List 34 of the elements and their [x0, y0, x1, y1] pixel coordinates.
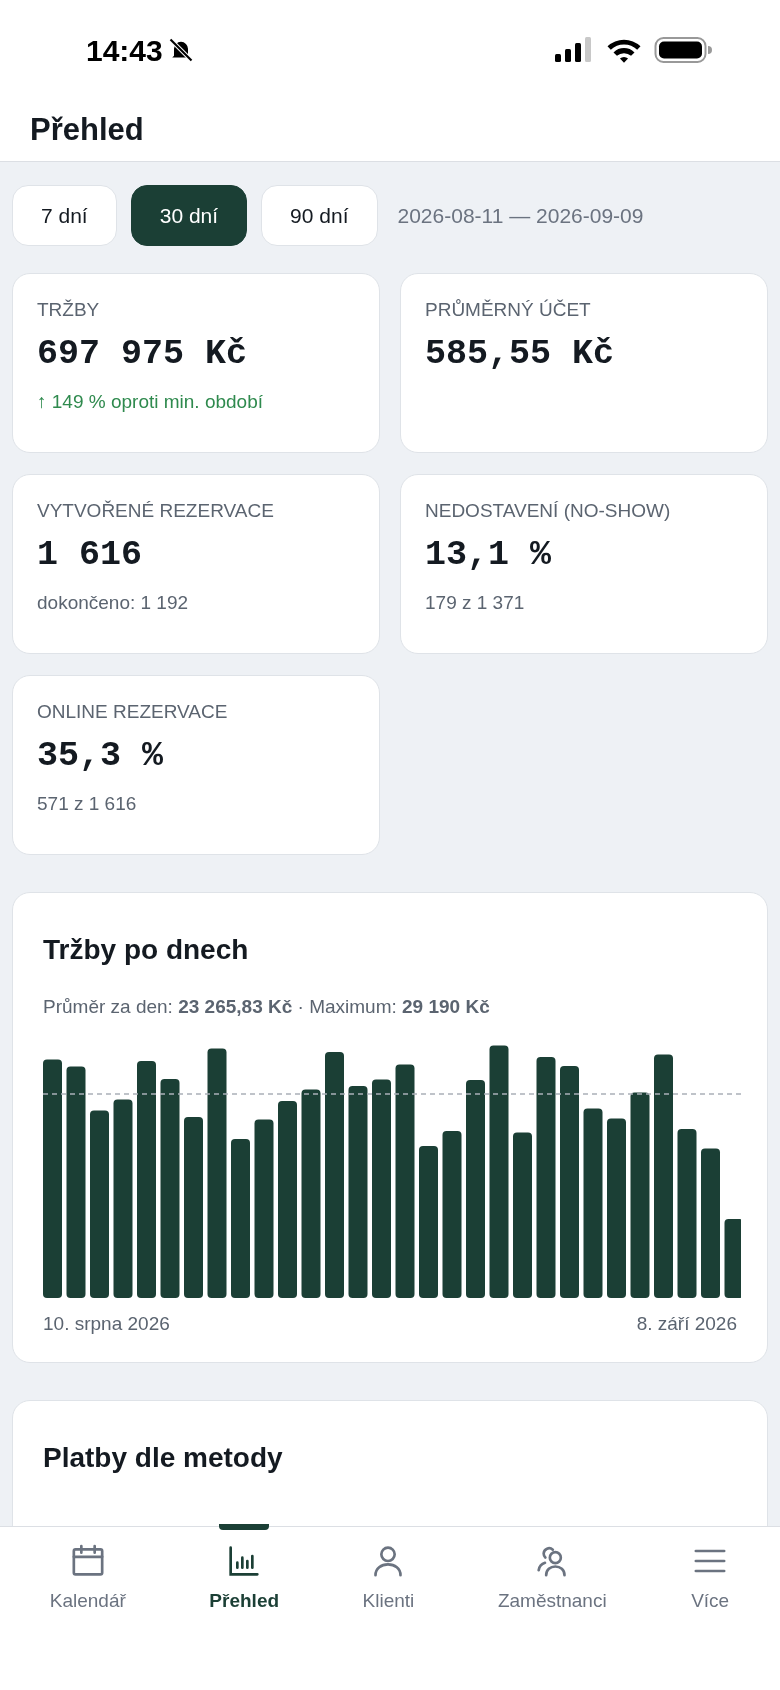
trend-text: ↑ 149 % oproti min. období [37, 390, 265, 414]
status-time: 14:43 [86, 32, 163, 69]
chart-summary: Průměr za den: 23 265,83 Kč · Maximum: 29 190 Kč [43, 995, 491, 1019]
metric-label: VYTVOŘENÉ REZERVACE [37, 499, 275, 523]
chart-title: Tržby po dnech [43, 933, 250, 967]
period-tab[interactable]: 90 dní [261, 185, 378, 246]
muted-bell-icon [166, 36, 195, 64]
date-range: 2026-08-11 — 2026-09-09 [397, 202, 644, 229]
page-title: Přehled [30, 111, 144, 150]
axis-end-label: 8. září 2026 [636, 1311, 737, 1336]
metric-label: TRŽBY [37, 298, 101, 322]
active-indicator [219, 1524, 270, 1530]
payments-title: Platby dle metody [43, 1441, 284, 1475]
metric-value: 697 975 Kč [37, 334, 249, 374]
metric-value: 1 616 [37, 535, 144, 575]
metric-value: 13,1 % [425, 535, 553, 575]
metric-note: 571 z 1 616 [37, 792, 138, 816]
signal-icon [554, 37, 594, 63]
metric-note: 179 z 1 371 [425, 591, 526, 615]
nav-tab[interactable]: Klienti [354, 1527, 423, 1616]
period-tab[interactable]: 30 dní [130, 185, 248, 246]
battery-icon [654, 36, 712, 64]
metric-label: NEDOSTAVENÍ (NO-SHOW) [425, 499, 672, 523]
nav-tab[interactable]: Přehled [201, 1527, 288, 1616]
metric-value: 585,55 Kč [425, 334, 616, 374]
nav-tab[interactable]: Zaměstnanci [489, 1527, 615, 1616]
nav-tab[interactable]: Kalendář [41, 1527, 134, 1616]
metric-value: 35,3 % [37, 736, 165, 776]
metric-label: PRŮMĚRNÝ ÚČET [425, 298, 592, 322]
period-tab[interactable]: 7 dní [12, 185, 117, 246]
nav-tab[interactable]: Více [682, 1527, 739, 1616]
metric-note: dokončeno: 1 192 [37, 591, 190, 615]
metric-label: ONLINE REZERVACE [37, 700, 229, 724]
axis-start-label: 10. srpna 2026 [43, 1311, 170, 1336]
